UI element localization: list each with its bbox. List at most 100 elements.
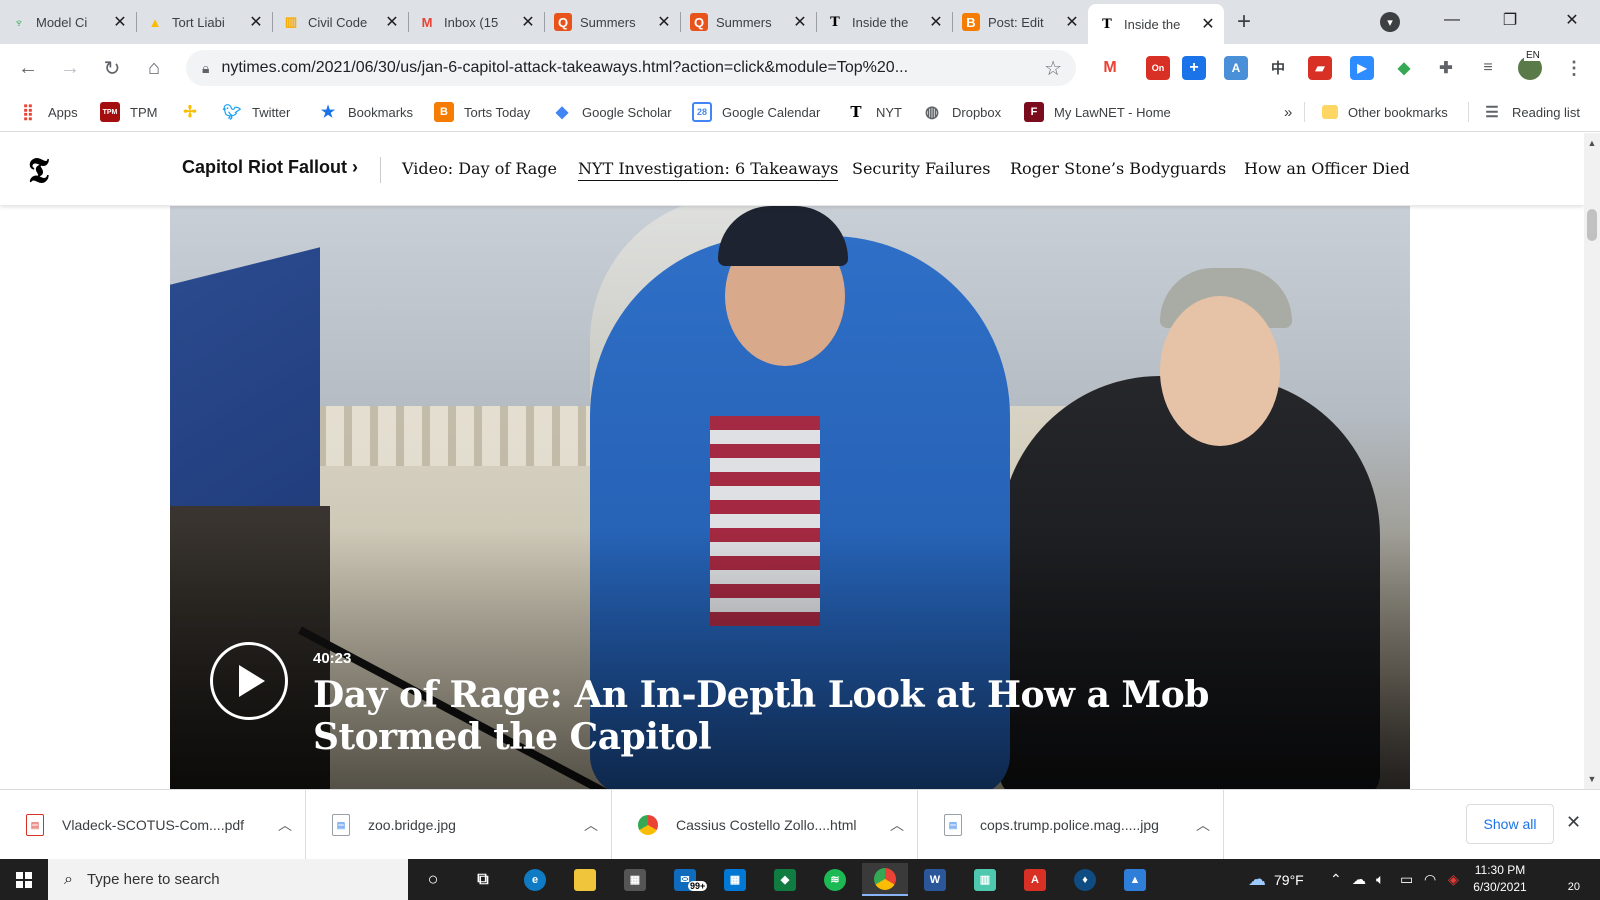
bookmark-lawnet[interactable]: F My LawNET - Home	[1024, 100, 1171, 124]
mail-icon[interactable]: ✉ 99+	[662, 863, 708, 896]
section-title-link[interactable]: Capitol Riot Fallout ›	[182, 157, 358, 178]
task-view-icon[interactable]: ⧉	[460, 863, 506, 896]
restore-button[interactable]: ❐	[1482, 0, 1538, 40]
close-icon[interactable]: ✕	[656, 12, 672, 32]
bookmark-tpm[interactable]: TPM TPM	[100, 100, 157, 124]
forward-button[interactable]: →	[56, 54, 84, 82]
download-item[interactable]: Cassius Costello Zollo....html ︿	[612, 790, 918, 860]
photo-viewer-icon[interactable]: ▲	[1112, 863, 1158, 896]
nav-link-roger-stone-bodyguards[interactable]: Roger Stone’s Bodyguards	[1010, 159, 1226, 178]
zoom-extension-icon[interactable]: ▶	[1350, 56, 1374, 80]
nav-link-how-an-officer-died[interactable]: How an Officer Died	[1244, 159, 1410, 178]
system-clock[interactable]: 11:30 PM 6/30/2021	[1452, 862, 1548, 896]
bookmark-twitter[interactable]: 🐦︎ Twitter	[222, 100, 290, 124]
bookmark-apps[interactable]: ⣿ Apps	[18, 100, 78, 124]
bookmark-bookmarks[interactable]: ★ Bookmarks	[318, 100, 413, 124]
file-explorer-icon[interactable]	[562, 863, 608, 896]
back-button[interactable]: ←	[14, 54, 42, 82]
drive-extension-icon[interactable]: ◆	[1392, 56, 1416, 80]
battery-icon[interactable]: ▭	[1400, 859, 1413, 900]
gmail-extension-icon[interactable]: M	[1098, 56, 1122, 80]
add-extension-icon[interactable]: +	[1182, 56, 1206, 80]
chevron-up-icon[interactable]: ︿	[1183, 815, 1223, 835]
chevron-up-icon[interactable]: ︿	[571, 815, 611, 835]
close-icon[interactable]: ✕	[1566, 812, 1581, 833]
acrobat-icon[interactable]: A	[1012, 863, 1058, 896]
nav-link-security-failures[interactable]: Security Failures	[852, 159, 990, 178]
bookmark-google-calendar[interactable]: 28 Google Calendar	[692, 100, 820, 124]
onedrive-icon[interactable]: ☁	[1352, 859, 1366, 900]
translate-extension-icon[interactable]: A	[1224, 56, 1248, 80]
play-button[interactable]	[210, 642, 288, 720]
cortana-icon[interactable]: ○	[410, 863, 456, 896]
more-bookmarks-button[interactable]: »	[1284, 100, 1292, 124]
minimize-button[interactable]: —	[1424, 0, 1480, 40]
close-icon[interactable]: ✕	[1064, 12, 1080, 32]
scrollbar-thumb[interactable]	[1587, 209, 1597, 241]
download-item[interactable]: ▤ cops.trump.police.mag.....jpg ︿	[918, 790, 1224, 860]
scroll-down-icon[interactable]: ▼	[1584, 771, 1600, 787]
store-icon[interactable]: ▦	[612, 863, 658, 896]
pen-app-icon[interactable]: ♦	[1062, 863, 1108, 896]
alarm-extension-icon[interactable]: On	[1146, 56, 1170, 80]
close-icon[interactable]: ✕	[792, 12, 808, 32]
browser-tab[interactable]: B Post: Edit ✕	[952, 4, 1088, 40]
chevron-up-icon[interactable]: ︿	[877, 815, 917, 835]
extensions-puzzle-icon[interactable]: ✚	[1434, 56, 1458, 80]
other-bookmarks[interactable]: Other bookmarks	[1322, 100, 1448, 124]
download-item[interactable]: ▤ zoo.bridge.jpg ︿	[306, 790, 612, 860]
close-icon[interactable]: ✕	[928, 12, 944, 32]
close-icon[interactable]: ✕	[384, 12, 400, 32]
weather-widget[interactable]: ☁ 79°F	[1248, 859, 1304, 900]
volume-icon[interactable]: 🔈︎	[1376, 859, 1384, 900]
nyt-logo-icon[interactable]: 𝕿	[28, 151, 49, 191]
calculator-icon[interactable]: ▦	[712, 863, 758, 896]
address-bar[interactable]: 🔒︎ nytimes.com/2021/06/30/us/jan-6-capit…	[186, 50, 1076, 86]
close-icon[interactable]: ✕	[248, 12, 264, 32]
tray-chevron-icon[interactable]: ⌃	[1330, 859, 1342, 900]
bookmark-star-icon[interactable]: ☆	[1044, 56, 1062, 81]
chinese-extension-icon[interactable]: 中	[1266, 56, 1290, 80]
bookmark-google-scholar[interactable]: ◆ Google Scholar	[552, 100, 672, 124]
word-icon[interactable]: W	[912, 863, 958, 896]
page-scrollbar[interactable]: ▲ ▼	[1584, 133, 1600, 789]
new-tab-button[interactable]: +	[1224, 4, 1264, 40]
pdf-extension-icon[interactable]: ▰	[1308, 56, 1332, 80]
photos-app-icon[interactable]: ▥	[962, 863, 1008, 896]
browser-tab[interactable]: ♆ Model Ci ✕	[0, 4, 136, 40]
lock-icon[interactable]: 🔒︎	[202, 60, 209, 77]
video-player[interactable]: 40:23 Day of Rage: An In-Depth Look at H…	[170, 206, 1410, 789]
browser-tab[interactable]: Q Summers ✕	[680, 4, 816, 40]
wifi-icon[interactable]: ◠	[1424, 859, 1436, 900]
close-icon[interactable]: ✕	[112, 12, 128, 32]
bookmark-torts-today[interactable]: B Torts Today	[434, 100, 530, 124]
language-indicator[interactable]: EN	[1524, 50, 1542, 61]
chrome-taskbar-icon[interactable]	[862, 863, 908, 896]
reading-list[interactable]: ☰ Reading list	[1482, 100, 1580, 124]
nav-link-nyt-investigation[interactable]: NYT Investigation: 6 Takeaways	[578, 159, 839, 181]
chevron-up-icon[interactable]: ︿	[265, 815, 305, 835]
browser-tab[interactable]: Q Summers ✕	[544, 4, 680, 40]
menu-kebab-icon[interactable]: ⋮	[1562, 56, 1586, 80]
taskbar-search-box[interactable]: ⌕ Type here to search	[48, 859, 408, 900]
bookmark-dropbox[interactable]: ◍ Dropbox	[922, 100, 1001, 124]
edge-icon[interactable]: e	[512, 863, 558, 896]
spotify-icon[interactable]: ≋	[812, 863, 858, 896]
video-title[interactable]: Day of Rage: An In-Depth Look at How a M…	[313, 674, 1313, 758]
browser-tab[interactable]: T Inside the ✕	[816, 4, 952, 40]
browser-tab[interactable]: ▥ Civil Code ✕	[272, 4, 408, 40]
bookmark-nyt[interactable]: T NYT	[846, 100, 902, 124]
browser-tab[interactable]: ▲ Tort Liabi ✕	[136, 4, 272, 40]
notifications-icon[interactable]: 20	[1552, 867, 1580, 893]
download-item[interactable]: ▤ Vladeck-SCOTUS-Com....pdf ︿	[0, 790, 306, 860]
close-icon[interactable]: ✕	[520, 12, 536, 32]
start-button[interactable]	[0, 859, 48, 900]
url-text[interactable]: nytimes.com/2021/06/30/us/jan-6-capitol-…	[221, 59, 1021, 77]
bookmark-pinwheel[interactable]: ✢	[180, 100, 210, 124]
scroll-up-icon[interactable]: ▲	[1584, 135, 1600, 151]
show-all-button[interactable]: Show all	[1466, 804, 1554, 844]
home-button[interactable]: ⌂	[140, 54, 168, 82]
tab-search-icon[interactable]: ▾	[1380, 12, 1400, 32]
reload-button[interactable]: ↻	[98, 54, 126, 82]
media-queue-icon[interactable]: ≡	[1476, 56, 1500, 80]
